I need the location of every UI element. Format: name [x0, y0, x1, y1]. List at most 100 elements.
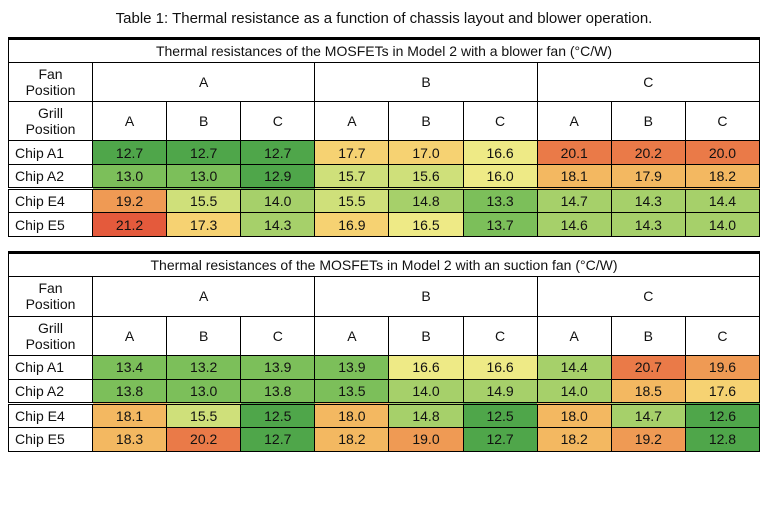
- thermal-value-cell: 18.5: [611, 379, 685, 403]
- thermal-value-cell: 13.0: [167, 165, 241, 189]
- thermal-value-cell: 14.3: [611, 189, 685, 213]
- grill-position-header: A: [315, 102, 389, 141]
- grill-position-header: A: [315, 316, 389, 355]
- chip-label: Chip A2: [9, 165, 93, 189]
- thermal-value-cell: 16.5: [389, 213, 463, 237]
- grill-position-header: C: [463, 102, 537, 141]
- thermal-value-cell: 15.7: [315, 165, 389, 189]
- chip-label: Chip A2: [9, 379, 93, 403]
- thermal-value-cell: 17.6: [685, 379, 759, 403]
- thermal-value-cell: 17.9: [611, 165, 685, 189]
- thermal-value-cell: 12.5: [463, 403, 537, 427]
- grill-position-label: GrillPosition: [9, 102, 93, 141]
- thermal-value-cell: 18.0: [315, 403, 389, 427]
- thermal-value-cell: 20.0: [685, 141, 759, 165]
- thermal-value-cell: 14.3: [611, 213, 685, 237]
- thermal-value-cell: 12.9: [241, 165, 315, 189]
- table-row: Chip A112.712.712.717.717.016.620.120.22…: [9, 141, 760, 165]
- thermal-value-cell: 13.7: [463, 213, 537, 237]
- thermal-value-cell: 17.7: [315, 141, 389, 165]
- fan-position-header: C: [537, 277, 759, 316]
- thermal-value-cell: 20.2: [167, 427, 241, 451]
- chip-label: Chip E4: [9, 189, 93, 213]
- grill-position-header: C: [241, 316, 315, 355]
- grill-position-header: A: [537, 316, 611, 355]
- thermal-value-cell: 14.0: [537, 379, 611, 403]
- thermal-value-cell: 18.2: [315, 427, 389, 451]
- grill-position-header: C: [685, 102, 759, 141]
- table-caption: Table 1: Thermal resistance as a functio…: [8, 10, 760, 27]
- chip-label: Chip E5: [9, 213, 93, 237]
- thermal-value-cell: 19.0: [389, 427, 463, 451]
- grill-position-label: GrillPosition: [9, 316, 93, 355]
- fan-position-header: A: [93, 277, 315, 316]
- grill-position-header: B: [611, 102, 685, 141]
- grill-position-header: B: [389, 316, 463, 355]
- thermal-value-cell: 13.8: [241, 379, 315, 403]
- chip-label: Chip E4: [9, 403, 93, 427]
- thermal-value-cell: 12.7: [167, 141, 241, 165]
- thermal-value-cell: 14.7: [611, 403, 685, 427]
- thermal-value-cell: 14.3: [241, 213, 315, 237]
- table-row: Chip E521.217.314.316.916.513.714.614.31…: [9, 213, 760, 237]
- grill-position-header: C: [241, 102, 315, 141]
- thermal-value-cell: 14.0: [241, 189, 315, 213]
- thermal-value-cell: 17.0: [389, 141, 463, 165]
- thermal-value-cell: 13.8: [93, 379, 167, 403]
- grill-position-header: B: [167, 316, 241, 355]
- thermal-value-cell: 18.3: [93, 427, 167, 451]
- thermal-value-cell: 14.4: [685, 189, 759, 213]
- thermal-value-cell: 12.7: [241, 141, 315, 165]
- grill-position-header: C: [463, 316, 537, 355]
- thermal-value-cell: 14.8: [389, 403, 463, 427]
- thermal-value-cell: 12.8: [685, 427, 759, 451]
- thermal-value-cell: 16.6: [389, 355, 463, 379]
- grill-position-header: B: [389, 102, 463, 141]
- thermal-value-cell: 14.0: [389, 379, 463, 403]
- table-row: Chip E518.320.212.718.219.012.718.219.21…: [9, 427, 760, 451]
- chip-label: Chip E5: [9, 427, 93, 451]
- table-row: Chip A213.813.013.813.514.014.914.018.51…: [9, 379, 760, 403]
- thermal-value-cell: 12.7: [463, 427, 537, 451]
- thermal-value-cell: 18.2: [537, 427, 611, 451]
- tables-container: Thermal resistances of the MOSFETs in Mo…: [8, 37, 760, 452]
- thermal-value-cell: 17.3: [167, 213, 241, 237]
- thermal-value-cell: 13.0: [93, 165, 167, 189]
- table-title: Thermal resistances of the MOSFETs in Mo…: [9, 253, 760, 277]
- thermal-value-cell: 18.2: [685, 165, 759, 189]
- grill-position-header: A: [93, 102, 167, 141]
- thermal-value-cell: 18.1: [537, 165, 611, 189]
- table-row: Chip A213.013.012.915.715.616.018.117.91…: [9, 165, 760, 189]
- table-row: Chip A113.413.213.913.916.616.614.420.71…: [9, 355, 760, 379]
- thermal-value-cell: 14.4: [537, 355, 611, 379]
- fan-position-header: C: [537, 63, 759, 102]
- thermal-value-cell: 16.0: [463, 165, 537, 189]
- thermal-value-cell: 19.2: [611, 427, 685, 451]
- table-row: Chip E419.215.514.015.514.813.314.714.31…: [9, 189, 760, 213]
- thermal-table-0: Thermal resistances of the MOSFETs in Mo…: [8, 37, 760, 237]
- thermal-value-cell: 16.6: [463, 355, 537, 379]
- table-title: Thermal resistances of the MOSFETs in Mo…: [9, 39, 760, 63]
- thermal-value-cell: 14.8: [389, 189, 463, 213]
- thermal-value-cell: 14.6: [537, 213, 611, 237]
- thermal-value-cell: 15.5: [167, 403, 241, 427]
- fan-position-header: A: [93, 63, 315, 102]
- thermal-value-cell: 13.0: [167, 379, 241, 403]
- thermal-value-cell: 12.7: [241, 427, 315, 451]
- chip-label: Chip A1: [9, 355, 93, 379]
- thermal-value-cell: 15.6: [389, 165, 463, 189]
- thermal-value-cell: 16.9: [315, 213, 389, 237]
- thermal-value-cell: 15.5: [315, 189, 389, 213]
- thermal-value-cell: 13.2: [167, 355, 241, 379]
- thermal-value-cell: 14.0: [685, 213, 759, 237]
- thermal-value-cell: 20.7: [611, 355, 685, 379]
- fan-position-header: B: [315, 63, 537, 102]
- thermal-value-cell: 20.2: [611, 141, 685, 165]
- thermal-value-cell: 21.2: [93, 213, 167, 237]
- thermal-value-cell: 14.7: [537, 189, 611, 213]
- thermal-value-cell: 19.2: [93, 189, 167, 213]
- thermal-value-cell: 12.6: [685, 403, 759, 427]
- thermal-value-cell: 12.5: [241, 403, 315, 427]
- thermal-value-cell: 16.6: [463, 141, 537, 165]
- grill-position-header: B: [167, 102, 241, 141]
